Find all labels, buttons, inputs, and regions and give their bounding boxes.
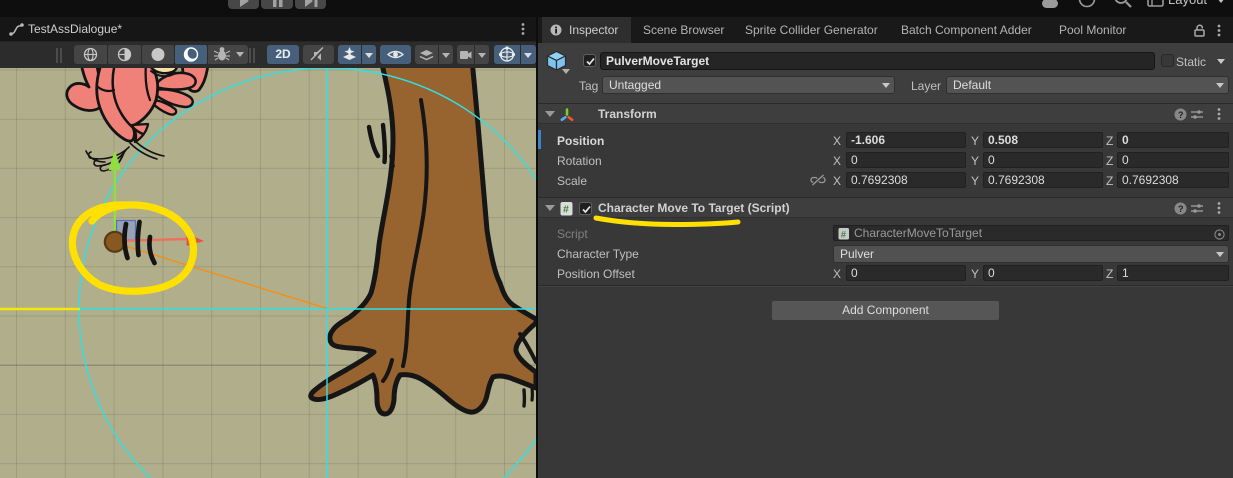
svg-text:#: # bbox=[841, 229, 847, 240]
svg-text:?: ? bbox=[1178, 110, 1184, 120]
svg-text:#: # bbox=[563, 204, 569, 216]
svg-text:?: ? bbox=[1178, 204, 1184, 214]
svg-text:Layout: Layout bbox=[1168, 0, 1207, 7]
